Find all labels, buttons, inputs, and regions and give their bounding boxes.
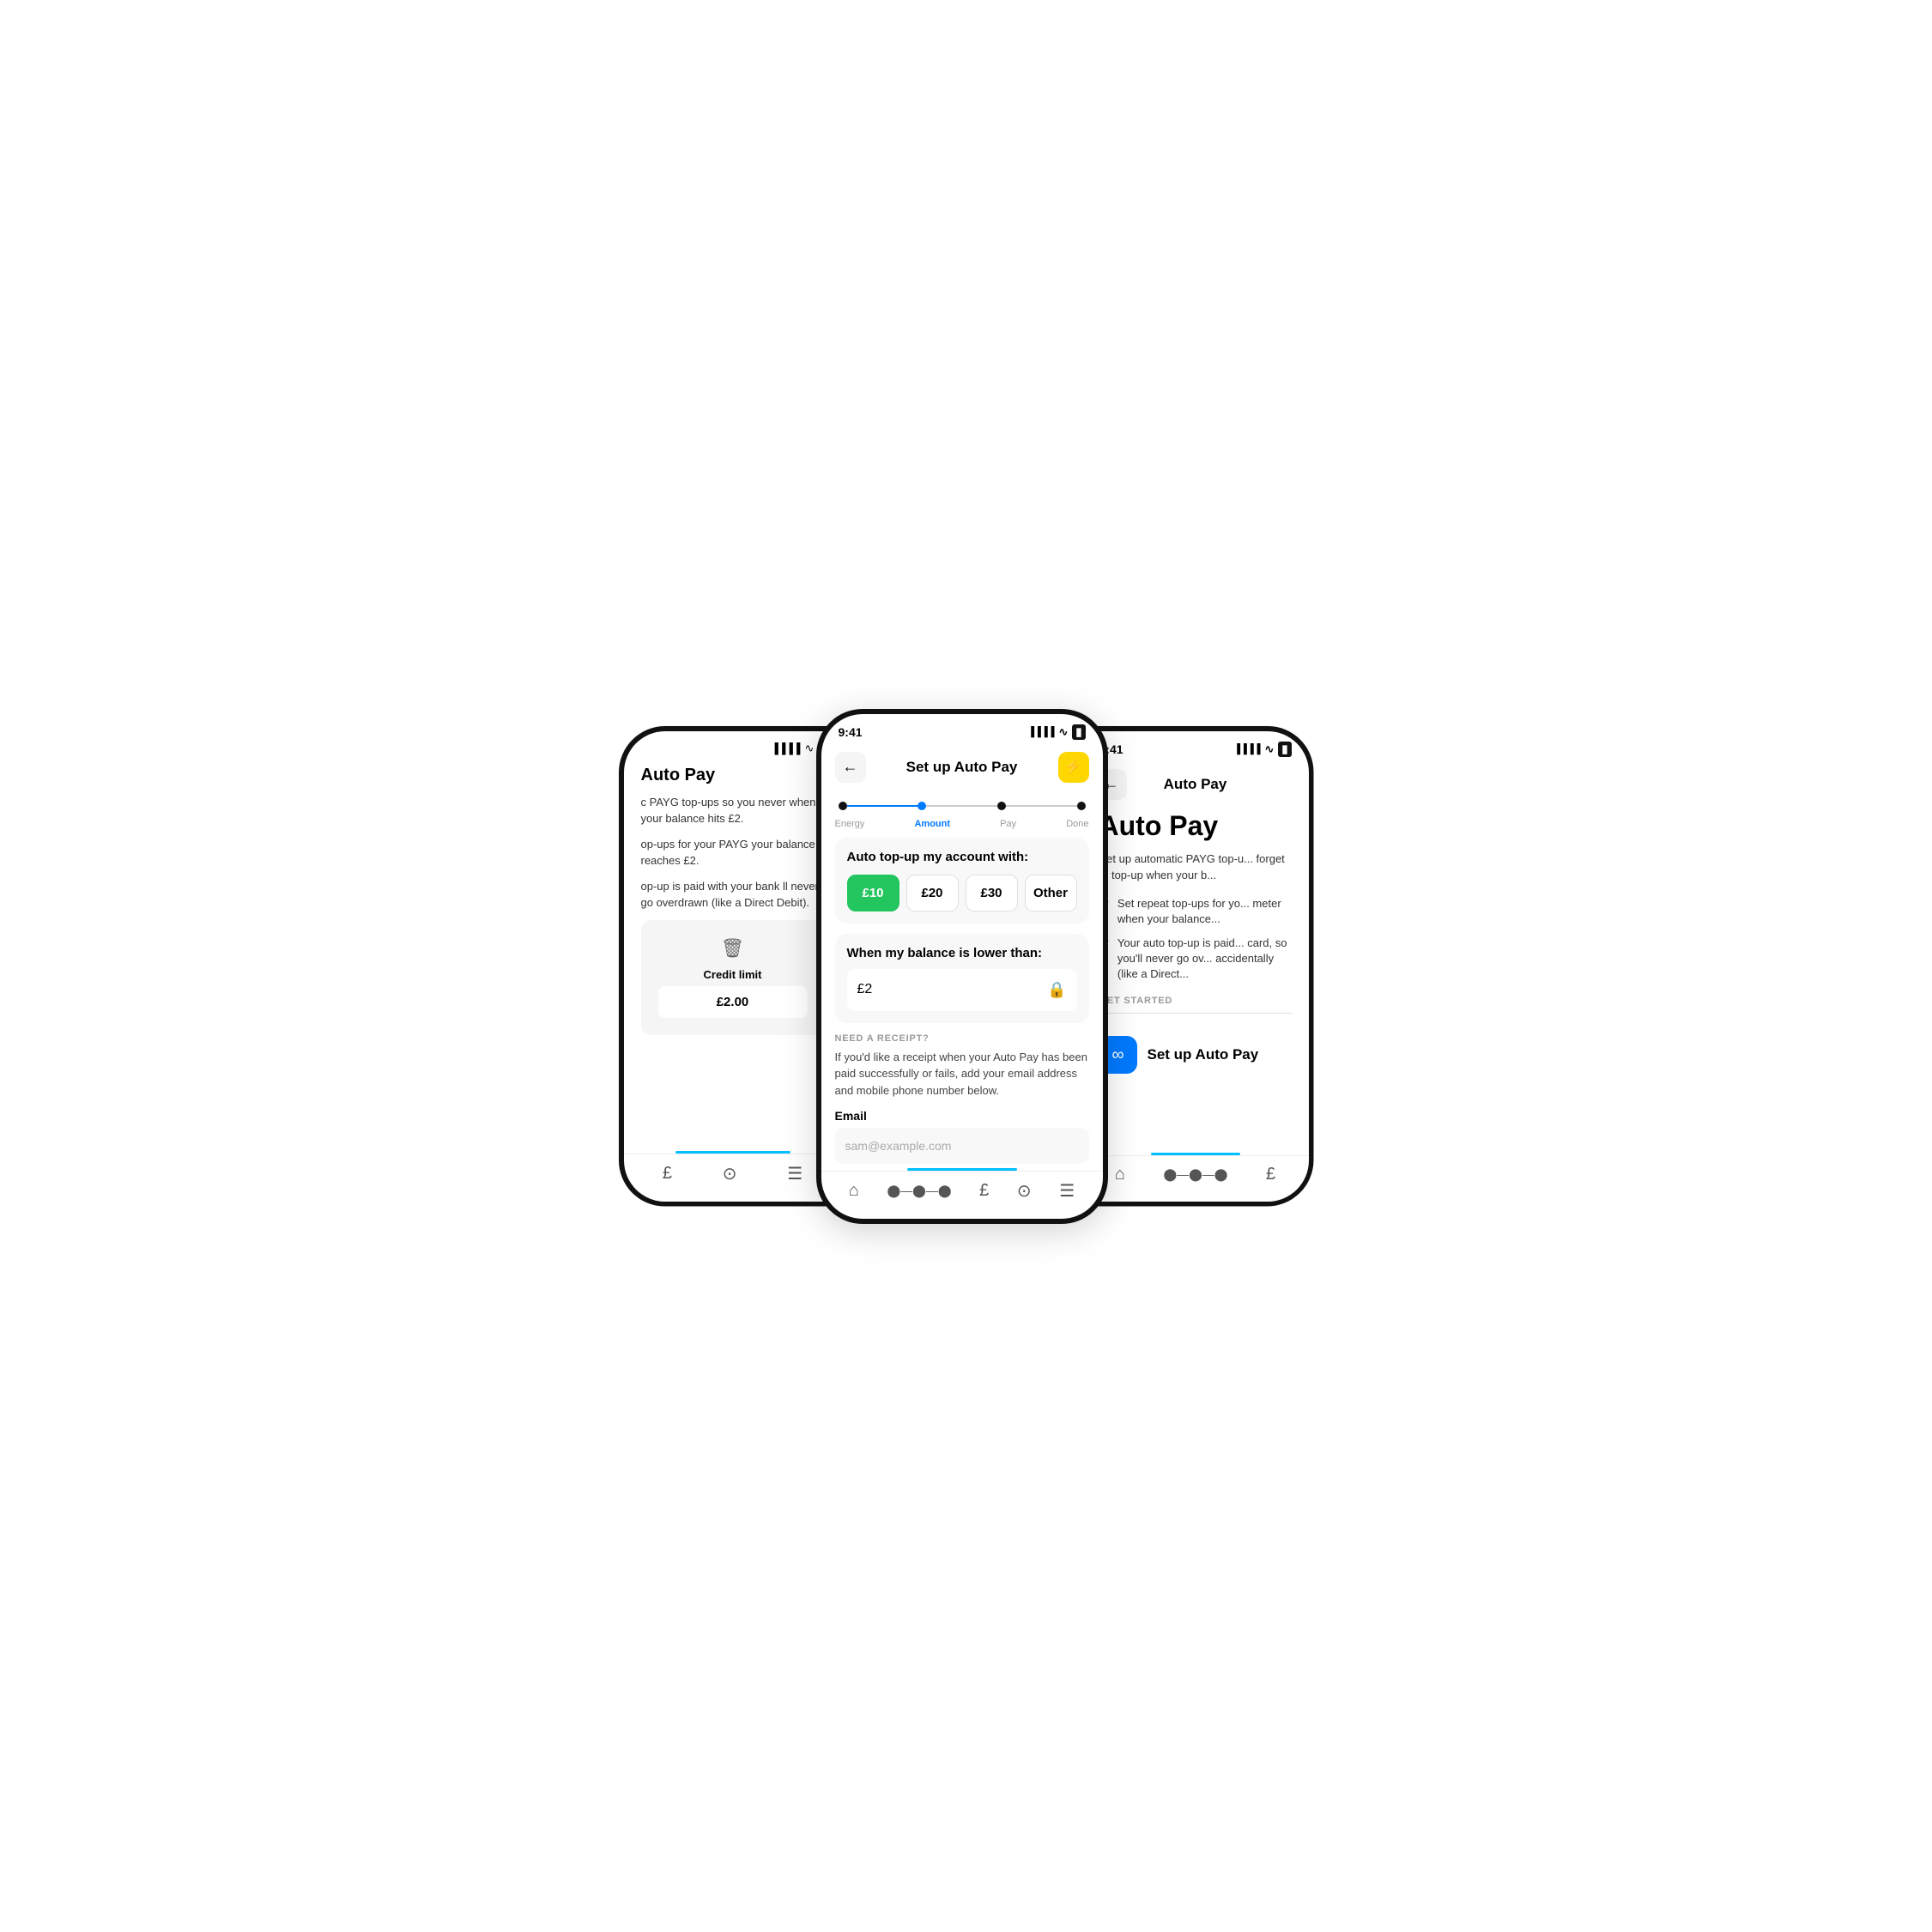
step-dot-2 (997, 802, 1006, 810)
step-line-23 (1006, 805, 1077, 807)
left-text3: op-up is paid with your bank ll never go… (641, 878, 825, 911)
center-battery-icon: ▮ (1072, 724, 1085, 740)
left-nav-help[interactable]: ⊙ (723, 1163, 737, 1184)
center-nav-title: Set up Auto Pay (866, 759, 1058, 776)
center-wifi-icon: ∿ (1058, 725, 1068, 739)
email-label: Email (835, 1109, 1089, 1123)
center-action-button[interactable]: ⚡ (1058, 752, 1089, 783)
stepper (821, 793, 1103, 815)
credit-label: Credit limit (658, 968, 808, 981)
left-nav-pounds[interactable]: £ (663, 1164, 672, 1184)
phones-row: ▐▐▐▐ ∿ ▮ Auto Pay c PAYG top-ups so you … (619, 709, 1314, 1224)
right-status-bar: 9:41 ▐▐▐▐ ∿ ▮ (1082, 731, 1309, 762)
get-started-divider (1099, 1013, 1292, 1014)
credit-card: 🗑 Credit limit £2.00 (641, 920, 825, 1035)
right-desc: Set up automatic PAYG top-u... forget to… (1099, 851, 1292, 884)
balance-card: When my balance is lower than: £2 🔒 (835, 934, 1089, 1023)
step-dot-0 (839, 802, 847, 810)
center-nav-menu[interactable]: ☰ (1059, 1180, 1075, 1202)
check-text-2: Your auto top-up is paid... card, so you… (1117, 936, 1292, 983)
right-nav-header: ← Auto Pay (1082, 762, 1309, 810)
check-text-1: Set repeat top-ups for yo... meter when … (1117, 896, 1292, 927)
center-status-bar: 9:41 ▐▐▐▐ ∿ ▮ (821, 714, 1103, 745)
right-nav-home[interactable]: ⌂ (1115, 1165, 1125, 1184)
amount-card-title: Auto top-up my account with: (847, 850, 1077, 864)
amount-btn-10[interactable]: £10 (847, 875, 899, 911)
step-label-energy: Energy (835, 819, 865, 829)
email-input[interactable]: sam@example.com (835, 1128, 1089, 1164)
receipt-desc: If you'd like a receipt when your Auto P… (835, 1049, 1089, 1099)
center-nav-home[interactable]: ⌂ (849, 1181, 859, 1201)
receipt-title: NEED A RECEIPT? (835, 1033, 1089, 1044)
step-label-done: Done (1066, 819, 1088, 829)
left-content: Auto Pay c PAYG top-ups so you never whe… (624, 766, 842, 1151)
center-signal-icon: ▐▐▐▐ (1027, 727, 1054, 737)
step-label-amount: Amount (914, 819, 950, 829)
left-wifi-icon: ∿ (804, 742, 814, 755)
left-bottom-nav: £ ⊙ ☰ (624, 1154, 842, 1202)
right-wifi-icon: ∿ (1264, 742, 1274, 756)
left-title: Auto Pay (641, 766, 825, 785)
step-dot-1 (918, 802, 926, 810)
scene: ▐▐▐▐ ∿ ▮ Auto Pay c PAYG top-ups so you … (483, 675, 1449, 1258)
left-signal-icon: ▐▐▐▐ (771, 742, 800, 754)
balance-field: £2 🔒 (847, 969, 1077, 1011)
center-bottom-nav: ⌂ ⬤—⬤—⬤ £ ⊙ ☰ (821, 1171, 1103, 1219)
setup-autopay-button[interactable]: ∞ Set up Auto Pay (1099, 1024, 1292, 1086)
amount-btn-other[interactable]: Other (1025, 875, 1077, 911)
check-item-2: ✓ Your auto top-up is paid... card, so y… (1099, 936, 1292, 983)
center-content: Auto top-up my account with: £10 £20 £30… (821, 838, 1103, 1168)
trash-icon: 🗑 (658, 937, 808, 960)
left-nav-menu[interactable]: ☰ (787, 1163, 802, 1184)
right-phone: 9:41 ▐▐▐▐ ∿ ▮ ← Auto Pay Auto Pay Set (1082, 726, 1314, 1207)
right-bottom-nav: ⌂ ⬤—⬤—⬤ £ (1082, 1155, 1309, 1202)
lock-icon: 🔒 (1047, 981, 1066, 999)
right-battery-icon: ▮ (1278, 742, 1291, 757)
step-labels: Energy Amount Pay Done (821, 815, 1103, 838)
balance-label: When my balance is lower than: (847, 946, 1077, 960)
step-dot-3 (1077, 802, 1086, 810)
right-nav-pounds[interactable]: £ (1266, 1165, 1275, 1184)
amount-btn-20[interactable]: £20 (906, 875, 959, 911)
center-nav-header: ← Set up Auto Pay ⚡ (821, 745, 1103, 793)
receipt-section: NEED A RECEIPT? If you'd like a receipt … (835, 1033, 1089, 1168)
check-item-1: ✓ Set repeat top-ups for yo... meter whe… (1099, 896, 1292, 927)
amount-options: £10 £20 £30 Other (847, 875, 1077, 911)
left-text1: c PAYG top-ups so you never when your ba… (641, 794, 825, 827)
right-nav-meters[interactable]: ⬤—⬤—⬤ (1163, 1167, 1227, 1182)
center-back-button[interactable]: ← (835, 752, 866, 783)
center-nav-meters[interactable]: ⬤—⬤—⬤ (887, 1184, 952, 1198)
balance-value: £2 (857, 982, 873, 997)
center-nav-pounds[interactable]: £ (979, 1181, 989, 1201)
left-phone-wrapper: ▐▐▐▐ ∿ ▮ Auto Pay c PAYG top-ups so you … (619, 726, 842, 1207)
get-started-label: GET STARTED (1099, 996, 1292, 1006)
amount-card: Auto top-up my account with: £10 £20 £30… (835, 838, 1089, 924)
right-nav-title: Auto Pay (1127, 776, 1264, 793)
right-big-title: Auto Pay (1099, 810, 1292, 842)
center-status-icons: ▐▐▐▐ ∿ ▮ (1027, 724, 1085, 740)
center-time: 9:41 (839, 725, 863, 739)
amount-btn-30[interactable]: £30 (966, 875, 1018, 911)
left-text2: op-ups for your PAYG your balance reache… (641, 836, 825, 869)
setup-autopay-label: Set up Auto Pay (1148, 1046, 1259, 1063)
center-phone-wrapper: 9:41 ▐▐▐▐ ∿ ▮ ← Set up Auto Pay ⚡ (816, 709, 1108, 1224)
check-list: ✓ Set repeat top-ups for yo... meter whe… (1099, 896, 1292, 983)
center-phone: 9:41 ▐▐▐▐ ∿ ▮ ← Set up Auto Pay ⚡ (816, 709, 1108, 1224)
step-line-12 (926, 805, 997, 807)
right-signal-icon: ▐▐▐▐ (1233, 744, 1260, 754)
center-nav-help[interactable]: ⊙ (1017, 1180, 1032, 1202)
credit-value: £2.00 (658, 986, 808, 1018)
step-line-01 (847, 805, 918, 807)
right-phone-wrapper: 9:41 ▐▐▐▐ ∿ ▮ ← Auto Pay Auto Pay Set (1082, 726, 1314, 1207)
right-status-icons: ▐▐▐▐ ∿ ▮ (1233, 742, 1291, 757)
step-label-pay: Pay (1000, 819, 1016, 829)
left-phone: ▐▐▐▐ ∿ ▮ Auto Pay c PAYG top-ups so you … (619, 726, 842, 1207)
right-content: Auto Pay Set up automatic PAYG top-u... … (1082, 810, 1309, 1153)
